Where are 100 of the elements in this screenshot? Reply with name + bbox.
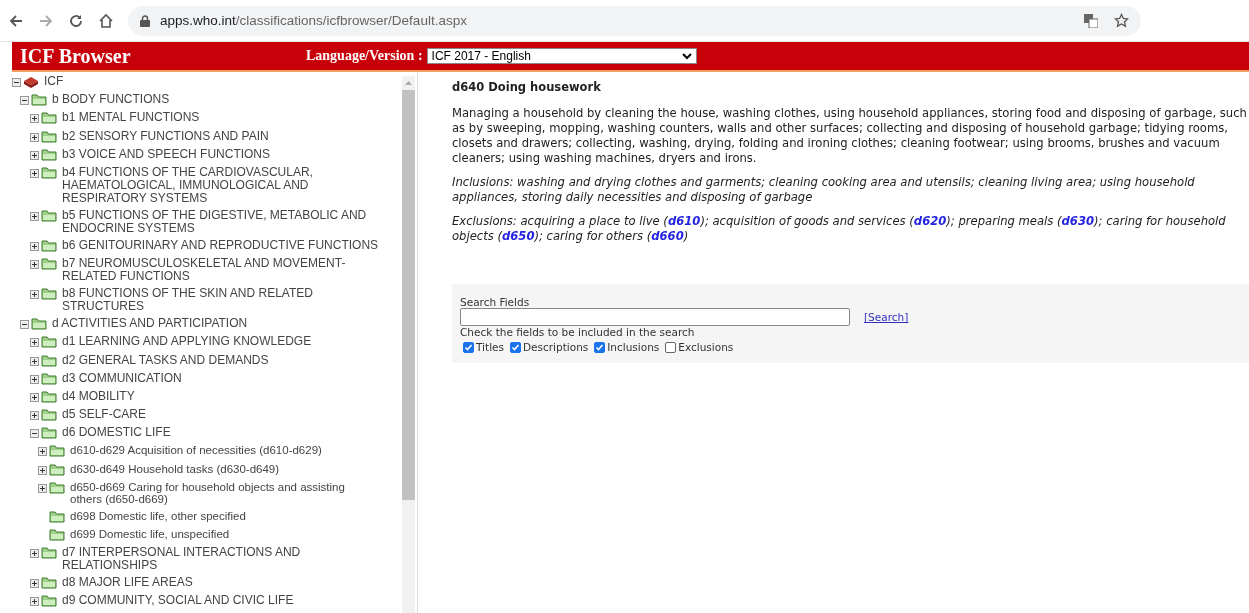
- scrollbar[interactable]: [402, 76, 415, 613]
- folder-icon: [41, 111, 57, 125]
- folder-icon: [41, 353, 57, 367]
- back-icon[interactable]: [8, 12, 24, 29]
- star-icon[interactable]: [1114, 13, 1129, 28]
- expand-icon[interactable]: [30, 211, 39, 221]
- collapse-icon[interactable]: [20, 320, 29, 330]
- expand-icon[interactable]: [38, 483, 47, 493]
- tree-item[interactable]: d5 SELF-CARE: [62, 407, 147, 422]
- tree-item[interactable]: d8 MAJOR LIFE AREAS: [62, 575, 193, 590]
- folder-icon: [49, 462, 65, 476]
- expand-icon[interactable]: [30, 392, 39, 402]
- expand-icon[interactable]: [38, 447, 47, 457]
- folder-icon: [41, 426, 57, 440]
- tree-item[interactable]: b6 GENITOURINARY AND REPRODUCTIVE FUNCTIONS: [62, 237, 379, 252]
- inclusions-text: Inclusions: washing and drying clothes and garments; cleaning cooking area and utensils; cleaning living area; using household appliances, storing daily necessities and disposing of garbage: [452, 175, 1196, 205]
- address-bar[interactable]: apps.who.int/classifications/icfbrowser/Default.aspx: [128, 5, 1141, 36]
- expand-icon[interactable]: [30, 150, 39, 160]
- expand-icon[interactable]: [30, 260, 39, 270]
- checkbox[interactable]: [594, 341, 606, 353]
- expand-icon[interactable]: [30, 549, 39, 559]
- chevron-down-icon: [681, 52, 692, 60]
- expand-icon[interactable]: [30, 374, 39, 384]
- folder-icon: [41, 129, 57, 143]
- folder-icon: [41, 208, 57, 222]
- exclusions-text: Exclusions: acquiring a place to live (d610); acquisition of goods and services (d620); preparing meals (d630); caring for household objects (d650); caring for others (d660): [452, 214, 1227, 244]
- app-title: ICF Browser: [20, 44, 132, 68]
- collapse-icon[interactable]: [30, 429, 39, 439]
- expand-icon[interactable]: [30, 579, 39, 589]
- code-link[interactable]: d650: [502, 229, 535, 243]
- tree-item[interactable]: b4 FUNCTIONS OF THE CARDIOVASCULAR, HAEMATOLOGICAL, IMMUNOLOGICAL AND RESPIRATORY SYSTEMS: [62, 164, 392, 205]
- language-select[interactable]: ICF 2017 - English: [426, 48, 697, 64]
- tree-item[interactable]: d6 DOMESTIC LIFE: [62, 425, 171, 440]
- expand-icon[interactable]: [30, 356, 39, 366]
- checkbox-label: Descriptions: [523, 341, 589, 353]
- tree-item[interactable]: d4 MOBILITY: [62, 388, 135, 403]
- tree-item[interactable]: d3 COMMUNICATION: [62, 370, 182, 385]
- tree-item[interactable]: b BODY FUNCTIONS: [52, 92, 170, 107]
- folder-icon: [49, 528, 65, 541]
- tree-item[interactable]: d2 GENERAL TASKS AND DEMANDS: [62, 352, 269, 367]
- code-link[interactable]: d610: [667, 214, 701, 228]
- expand-icon[interactable]: [30, 241, 39, 251]
- tree-item[interactable]: b8 FUNCTIONS OF THE SKIN AND RELATED STRUCTURES: [62, 286, 392, 314]
- folder-icon: [49, 480, 65, 494]
- tree-item[interactable]: d699 Domestic life, unspecified: [70, 527, 230, 541]
- code-link[interactable]: d660: [651, 229, 684, 243]
- folder-icon: [41, 408, 57, 422]
- reload-icon[interactable]: [68, 12, 84, 29]
- code-link[interactable]: d620: [913, 214, 947, 228]
- checkbox[interactable]: [510, 341, 521, 353]
- folder-icon: [49, 444, 65, 458]
- folder-icon: [41, 371, 57, 385]
- tree-item[interactable]: d1 LEARNING AND APPLYING KNOWLEDGE: [62, 334, 312, 349]
- tree-item[interactable]: b1 MENTAL FUNCTIONS: [62, 110, 200, 125]
- checkbox[interactable]: [463, 341, 474, 353]
- tree-item[interactable]: ICF: [44, 74, 64, 88]
- expand-icon[interactable]: [30, 411, 39, 421]
- language-label: Language/Version :: [306, 48, 423, 64]
- search-link[interactable]: [Search]: [864, 311, 909, 323]
- folder-icon: [41, 147, 57, 161]
- checkbox-label: Titles: [476, 341, 504, 353]
- home-icon[interactable]: [98, 12, 114, 29]
- tree-item[interactable]: b7 NEUROMUSCULOSKELETAL AND MOVEMENT-RELATED FUNCTIONS: [62, 256, 392, 284]
- checkbox-label: Exclusions: [678, 341, 734, 353]
- tree-item[interactable]: b5 FUNCTIONS OF THE DIGESTIVE, METABOLIC AND ENDOCRINE SYSTEMS: [62, 207, 392, 235]
- tree-item[interactable]: d ACTIVITIES AND PARTICIPATION: [52, 316, 248, 331]
- expand-icon[interactable]: [30, 290, 39, 300]
- expand-icon[interactable]: [30, 338, 39, 348]
- search-field[interactable]: [460, 308, 850, 326]
- collapse-icon[interactable]: [20, 96, 29, 106]
- expand-icon[interactable]: [30, 168, 39, 178]
- folder-icon: [31, 93, 47, 107]
- expand-icon[interactable]: [30, 597, 39, 607]
- search-label: Search Fields: [460, 296, 531, 308]
- folder-icon: [41, 257, 57, 271]
- folder-icon: [41, 389, 57, 403]
- tree-item[interactable]: d650-d669 Caring for household objects and assisting others (d650-d669): [70, 479, 380, 506]
- tree-item[interactable]: d7 INTERPERSONAL INTERACTIONS AND RELATIONSHIPS: [62, 545, 392, 573]
- folder-icon: [41, 287, 57, 301]
- folder-icon: [41, 238, 57, 252]
- folder-icon: [41, 335, 57, 349]
- book-icon: [23, 75, 39, 88]
- expand-icon[interactable]: [38, 465, 47, 475]
- lock-icon: [140, 14, 150, 27]
- folder-icon: [49, 509, 65, 523]
- expand-icon[interactable]: [30, 132, 39, 142]
- tree-item[interactable]: d9 COMMUNITY, SOCIAL AND CIVIC LIFE: [62, 593, 294, 608]
- expand-icon[interactable]: [30, 114, 39, 124]
- tree-item[interactable]: d610-d629 Acquisition of necessities (d610-d629): [70, 443, 322, 457]
- tree-item[interactable]: b2 SENSORY FUNCTIONS AND PAIN: [62, 128, 269, 143]
- entry-title: d640 Doing housework: [452, 80, 602, 95]
- folder-icon: [41, 594, 57, 608]
- folder-icon: [41, 546, 57, 560]
- tree-item[interactable]: b3 VOICE AND SPEECH FUNCTIONS: [62, 146, 271, 161]
- folder-icon: [41, 576, 57, 590]
- folder-icon: [31, 317, 47, 331]
- tree-item[interactable]: d698 Domestic life, other specified: [70, 508, 246, 523]
- checkbox[interactable]: [665, 341, 677, 353]
- collapse-icon[interactable]: [12, 78, 21, 87]
- tree-item[interactable]: d630-d649 Household tasks (d630-d649): [70, 461, 280, 476]
